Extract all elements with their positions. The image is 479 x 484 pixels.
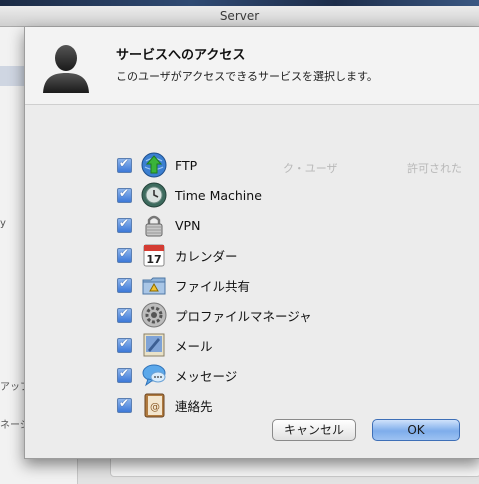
service-label: VPN: [175, 217, 201, 233]
service-row-time-machine: Time Machine: [117, 182, 262, 208]
service-list: FTP Time Machine: [25, 105, 479, 458]
calendar-checkbox[interactable]: [117, 246, 132, 263]
service-row-contacts: @ 連絡先: [117, 392, 213, 418]
service-label: 連絡先: [175, 398, 213, 414]
messages-icon: [141, 362, 167, 388]
file-sharing-checkbox[interactable]: [117, 276, 132, 293]
calendar-icon: 17: [141, 242, 167, 268]
ftp-icon: [141, 152, 167, 178]
service-row-messages: メッセージ: [117, 362, 237, 388]
calendar-day: 17: [146, 253, 161, 266]
profile-manager-checkbox[interactable]: [117, 306, 132, 323]
service-row-mail: メール: [117, 332, 213, 358]
ftp-checkbox[interactable]: [117, 156, 132, 173]
service-access-sheet: サービスへのアクセス このユーザがアクセスできるサービスを選択します。 FTP: [24, 27, 479, 459]
background-fragment: 許可された: [407, 162, 462, 175]
background-sidebar-selection: [0, 66, 24, 86]
service-row-profile-manager: プロファイルマネージャ: [117, 302, 312, 328]
background-sidebar-fragment: y: [0, 218, 6, 229]
mail-icon: [141, 332, 167, 358]
service-row-file-sharing: ファイル共有: [117, 272, 250, 298]
svg-text:@: @: [150, 402, 160, 413]
mail-checkbox[interactable]: [117, 336, 132, 353]
ok-button[interactable]: OK: [372, 419, 460, 441]
contacts-checkbox[interactable]: [117, 396, 132, 413]
time-machine-checkbox[interactable]: [117, 186, 132, 203]
background-fragment: ク・ユーザ: [283, 162, 338, 175]
vpn-icon: [141, 212, 167, 238]
profile-manager-icon: [141, 302, 167, 328]
service-label: ファイル共有: [175, 278, 251, 294]
sheet-header: サービスへのアクセス このユーザがアクセスできるサービスを選択します。: [25, 27, 479, 105]
user-silhouette-icon: [41, 41, 91, 93]
service-row-ftp: FTP: [117, 152, 197, 178]
service-label: プロファイルマネージャ: [175, 308, 312, 324]
window-title: Server: [0, 6, 479, 27]
service-label: Time Machine: [175, 187, 262, 203]
time-machine-icon: [141, 182, 167, 208]
service-label: カレンダー: [175, 248, 238, 264]
vpn-checkbox[interactable]: [117, 216, 132, 233]
service-label: メール: [175, 338, 213, 354]
service-row-calendar: 17 カレンダー: [117, 242, 238, 268]
service-label: FTP: [175, 157, 198, 173]
service-row-vpn: VPN: [117, 212, 200, 238]
sheet-title: サービスへのアクセス: [116, 48, 246, 63]
service-label: メッセージ: [175, 368, 238, 384]
messages-checkbox[interactable]: [117, 366, 132, 383]
sheet-description: このユーザがアクセスできるサービスを選択します。: [116, 70, 378, 83]
cancel-button[interactable]: キャンセル: [272, 419, 356, 441]
file-sharing-icon: [141, 272, 167, 298]
contacts-icon: @: [141, 392, 167, 418]
